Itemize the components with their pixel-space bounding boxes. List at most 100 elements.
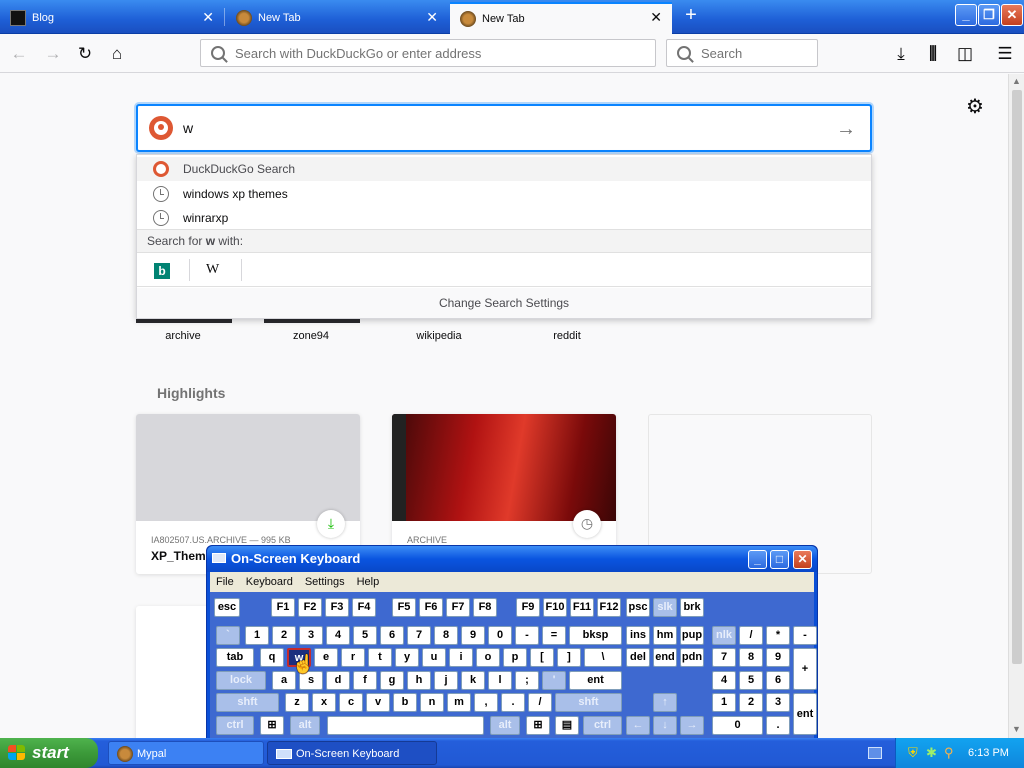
osk-key[interactable]: t [368, 648, 392, 667]
osk-title-bar[interactable]: On-Screen Keyboard _ □ ✕ [207, 546, 817, 572]
osk-key[interactable]: F6 [419, 598, 443, 617]
osk-key[interactable]: ctrl [583, 716, 622, 735]
osk-key[interactable]: brk [680, 598, 704, 617]
home-icon[interactable]: ⌂ [106, 43, 128, 65]
search-tray-icon[interactable]: ⚲ [944, 738, 954, 768]
osk-key[interactable]: 4 [712, 671, 736, 690]
osk-key[interactable]: → [680, 716, 704, 735]
osk-key[interactable]: b [393, 693, 417, 712]
osk-key[interactable]: ⊞ [526, 716, 550, 735]
osk-key[interactable]: 8 [739, 648, 763, 667]
osk-key[interactable]: F8 [473, 598, 497, 617]
osk-key[interactable]: bksp [569, 626, 622, 645]
osk-key[interactable]: c [339, 693, 363, 712]
osk-key[interactable]: 7 [407, 626, 431, 645]
osk-key[interactable]: pup [680, 626, 704, 645]
clock[interactable]: 6:13 PM [968, 738, 1009, 768]
osk-key[interactable]: del [626, 648, 650, 667]
forward-arrow-icon[interactable]: → [42, 43, 64, 65]
osk-menu-file[interactable]: File [216, 576, 234, 588]
osk-key[interactable]: i [449, 648, 473, 667]
osk-key[interactable]: , [474, 693, 498, 712]
osk-key[interactable]: d [326, 671, 350, 690]
library-icon[interactable]: ⫼ [922, 43, 944, 65]
osk-key[interactable]: n [420, 693, 444, 712]
topsite-label[interactable]: zone94 [261, 330, 361, 342]
start-button[interactable]: start [0, 738, 98, 768]
osk-key[interactable]: 9 [766, 648, 790, 667]
search-bar[interactable]: Search [666, 39, 818, 67]
address-bar[interactable]: Search with DuckDuckGo or enter address [200, 39, 656, 67]
osk-key[interactable]: [ [530, 648, 554, 667]
osk-key[interactable]: alt [290, 716, 320, 735]
taskbar-button-osk[interactable]: On-Screen Keyboard [267, 741, 437, 765]
osk-key[interactable]: 6 [766, 671, 790, 690]
osk-key[interactable]: ] [557, 648, 581, 667]
scroll-up-icon[interactable]: ▲ [1012, 76, 1021, 86]
scrollbar-thumb[interactable] [1012, 90, 1022, 664]
osk-key[interactable]: 1 [712, 693, 736, 712]
osk-key[interactable]: \ [584, 648, 622, 667]
tab-new-tab-active[interactable]: New Tab ✕ [450, 2, 672, 34]
osk-key[interactable]: 6 [380, 626, 404, 645]
osk-maximize-button[interactable]: □ [770, 550, 789, 569]
osk-key[interactable]: 5 [353, 626, 377, 645]
window-close-button[interactable]: ✕ [1001, 4, 1023, 26]
input-language-icon[interactable] [868, 747, 882, 759]
suggestion-item[interactable]: windows xp themes [137, 182, 871, 206]
suggestion-item[interactable]: winrarxp [137, 206, 871, 230]
osk-key[interactable]: F3 [325, 598, 349, 617]
osk-close-button[interactable]: ✕ [793, 550, 812, 569]
change-search-settings-button[interactable]: Change Search Settings [137, 288, 871, 318]
osk-key[interactable]: j [434, 671, 458, 690]
osk-minimize-button[interactable]: _ [748, 550, 767, 569]
osk-key[interactable]: h [407, 671, 431, 690]
osk-key[interactable]: slk [653, 598, 677, 617]
osk-key[interactable]: = [542, 626, 566, 645]
osk-key[interactable]: 2 [739, 693, 763, 712]
window-minimize-button[interactable]: _ [955, 4, 977, 26]
osk-key[interactable]: . [766, 716, 790, 735]
new-tab-plus-icon[interactable]: + [680, 4, 702, 28]
osk-key[interactable]: F12 [597, 598, 621, 617]
osk-menu-help[interactable]: Help [357, 576, 380, 588]
osk-key[interactable]: 0 [712, 716, 763, 735]
bing-icon[interactable]: b [154, 263, 170, 279]
osk-key[interactable]: l [488, 671, 512, 690]
osk-key[interactable]: F10 [543, 598, 567, 617]
osk-key[interactable]: 4 [326, 626, 350, 645]
downloads-icon[interactable]: ⤓ [890, 43, 912, 65]
osk-menu-settings[interactable]: Settings [305, 576, 345, 588]
osk-key[interactable]: alt [490, 716, 520, 735]
osk-key[interactable]: x [312, 693, 336, 712]
osk-key[interactable]: F2 [298, 598, 322, 617]
topsite-label[interactable]: reddit [517, 330, 617, 342]
osk-key[interactable]: * [766, 626, 790, 645]
menu-hamburger-icon[interactable]: ☰ [994, 43, 1016, 65]
osk-key[interactable]: y [395, 648, 419, 667]
osk-key[interactable]: ← [626, 716, 650, 735]
osk-key[interactable]: hm [653, 626, 677, 645]
osk-key[interactable]: F7 [446, 598, 470, 617]
osk-key[interactable]: f [353, 671, 377, 690]
osk-key[interactable]: shft [216, 693, 279, 712]
osk-key[interactable]: + [793, 648, 817, 690]
osk-key[interactable]: g [380, 671, 404, 690]
osk-key[interactable]: u [422, 648, 446, 667]
taskbar-button-mypal[interactable]: Mypal [108, 741, 264, 765]
settings-gear-icon[interactable]: ⚙ [966, 94, 984, 119]
wikipedia-icon[interactable]: W [206, 262, 219, 278]
osk-key[interactable]: ent [569, 671, 622, 690]
osk-key[interactable]: / [739, 626, 763, 645]
suggestion-header[interactable]: DuckDuckGo Search [137, 157, 871, 181]
osk-key[interactable]: ins [626, 626, 650, 645]
osk-key[interactable]: 0 [488, 626, 512, 645]
osk-key[interactable]: pdn [680, 648, 704, 667]
osk-key[interactable]: shft [555, 693, 622, 712]
osk-key[interactable]: 1 [245, 626, 269, 645]
window-restore-button[interactable]: ❐ [978, 4, 1000, 26]
osk-key[interactable]: 5 [739, 671, 763, 690]
security-shield-icon[interactable]: ⛨ [908, 738, 918, 768]
sidebar-icon[interactable]: ◫ [954, 43, 976, 65]
back-arrow-icon[interactable]: ← [8, 43, 30, 65]
